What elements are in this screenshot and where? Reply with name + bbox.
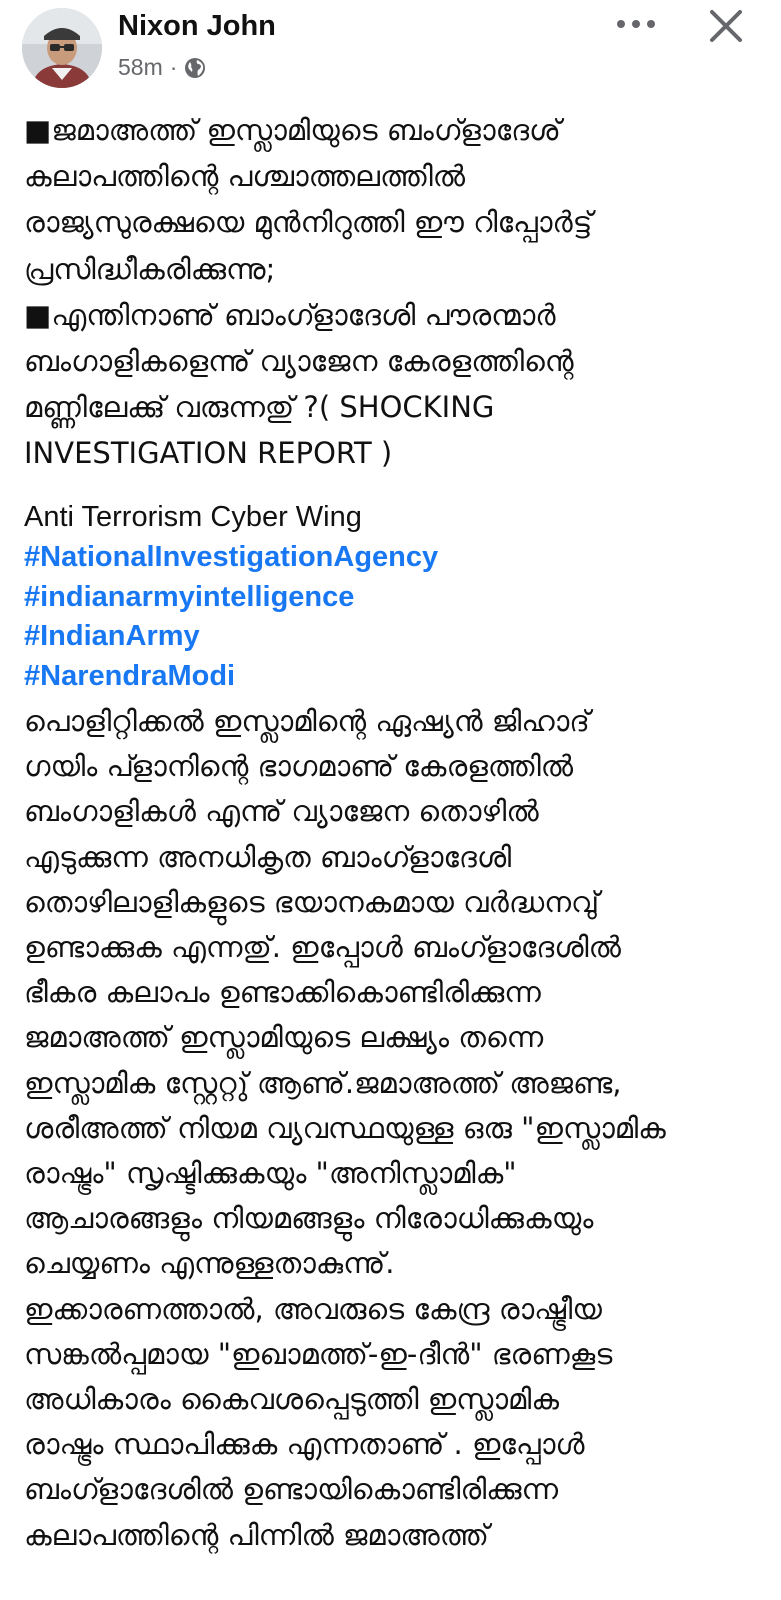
post-text-line: ശരീഅത്ത് നിയമ വ്യവസ്ഥയുള്ള ഒരു "ഇസ്ലാമിക <box>24 1110 666 1145</box>
post-text-line: ബംഗ്ളാദേശിൽ ഉണ്ടായികൊണ്ടിരിക്കുന്ന <box>24 1472 559 1507</box>
post-text-line: ഇസ്ലാമിക സ്റ്റേറ്റു് ആണു്.ജമാഅത്ത് അജണ്ട… <box>24 1065 622 1100</box>
close-button[interactable] <box>704 4 748 48</box>
post-text-line: സങ്കൽപ്പമായ "ഇഖാമത്ത്-ഇ-ദീൻ" ഭരണകൂട <box>24 1336 613 1371</box>
post-text-line: രാജ്യസുരക്ഷയെ മുൻനിറുത്തി ഈ റിപ്പോർട്ട് <box>24 205 593 240</box>
post-text-line: പ്രസിദ്ധീകരിക്കുന്നു; <box>24 251 276 286</box>
post-text-line: അധികാരം കൈവശപ്പെടുത്തി ഇസ്ലാമിക <box>24 1382 560 1417</box>
post-text-line: കലാപത്തിന്റെ പിന്നിൽ ജമാഅത്ത് <box>24 1517 489 1552</box>
post-time[interactable]: 58m <box>118 54 163 81</box>
post-text-line: രാഷ്ട്രം സ്ഥാപിക്കുക എന്നതാണു് . ഇപ്പോൾ <box>24 1427 585 1462</box>
post-text-line: പൊളിറ്റിക്കൽ ഇസ്ലാമിന്റെ ഏഷ്യൻ ജിഹാദ് <box>24 704 590 738</box>
signature-line: Anti Terrorism Cyber Wing <box>24 501 362 533</box>
author-name[interactable]: Nixon John <box>118 10 276 43</box>
post-text-line: കലാപത്തിന്റെ പശ്ചാത്തലത്തിൽ <box>24 159 466 194</box>
post-text-line: ■എന്തിനാണു് ബാംഗ്ളാദേശി പൗരന്മാർ <box>24 297 556 332</box>
hashtag-list: #NationalInvestigationAgency #indianarmy… <box>24 538 438 696</box>
globe-icon[interactable] <box>183 56 207 80</box>
hashtag-link[interactable]: #NarendraModi <box>24 657 438 697</box>
more-horizontal-icon <box>617 20 655 28</box>
post-text-line: ■ജമാഅത്ത് ഇസ്ലാമിയുടെ ബംഗ്ളാദേശ് <box>24 113 561 147</box>
avatar-image <box>22 8 102 88</box>
hashtag-link[interactable]: #IndianArmy <box>24 617 438 657</box>
post-text-line: ജമാഅത്ത് ഇസ്ലാമിയുടെ ലക്ഷ്യം തന്നെ <box>24 1020 544 1055</box>
post-body: പൊളിറ്റിക്കൽ ഇസ്ലാമിന്റെ ഏഷ്യൻ ജിഹാദ് ഗയ… <box>24 699 769 1558</box>
hashtag-link[interactable]: #indianarmyintelligence <box>24 578 438 618</box>
post-text-line: INVESTIGATION REPORT ) <box>24 436 393 471</box>
meta-separator: · <box>169 54 178 80</box>
post-text-line: രാഷ്ട്രം" സൃഷ്ടിക്കുകയും "അനിസ്ലാമിക" <box>24 1156 517 1191</box>
close-icon <box>710 10 742 42</box>
post-intro: ■ജമാഅത്ത് ഇസ്ലാമിയുടെ ബംഗ്ളാദേശ് കലാപത്ത… <box>24 107 764 477</box>
hashtag-link[interactable]: #NationalInvestigationAgency <box>24 538 438 578</box>
post-text-line: ഭീകര കലാപം ഉണ്ടാക്കികൊണ്ടിരിക്കുന്ന <box>24 975 541 1010</box>
post-text-line: മണ്ണിലേക്കു് വരുന്നതു് ?( SHOCKING <box>24 390 495 425</box>
post-text-line: ഗയിം പ്ളാനിന്റെ ഭാഗമാണു് കേരളത്തിൽ <box>24 749 574 784</box>
post-text-line: എടുക്കുന്ന അനധികൃത ബാംഗ്ളാദേശി <box>24 839 512 874</box>
post-text-line: ഇക്കാരണത്താൽ, അവരുടെ കേന്ദ്ര രാഷ്ട്രീയ <box>24 1291 602 1326</box>
post-meta: 58m · <box>118 54 207 81</box>
post-text-line: ബംഗാളികളെന്നു് വ്യാജേന കേരളത്തിന്റെ <box>24 344 574 379</box>
more-options-button[interactable] <box>612 10 660 38</box>
post-text-line: ഉണ്ടാക്കുക എന്നതു്. ഇപ്പോൾ ബംഗ്ളാദേശിൽ <box>24 930 621 965</box>
post-text-line: ചെയ്യണം എന്നുള്ളതാകുന്നു്. <box>24 1246 395 1281</box>
post-text-line: തൊഴിലാളികളുടെ ഭയാനകമായ വർദ്ധനവു് <box>24 884 600 919</box>
avatar[interactable] <box>22 8 102 88</box>
post-header: Nixon John 58m · <box>0 0 781 100</box>
post-text-line: ബംഗാളികൾ എന്നു് വ്യാജേന തൊഴിൽ <box>24 794 539 829</box>
post-text-line: ആചാരങ്ങളും നിയമങ്ങളും നിരോധിക്കുകയും <box>24 1201 594 1236</box>
